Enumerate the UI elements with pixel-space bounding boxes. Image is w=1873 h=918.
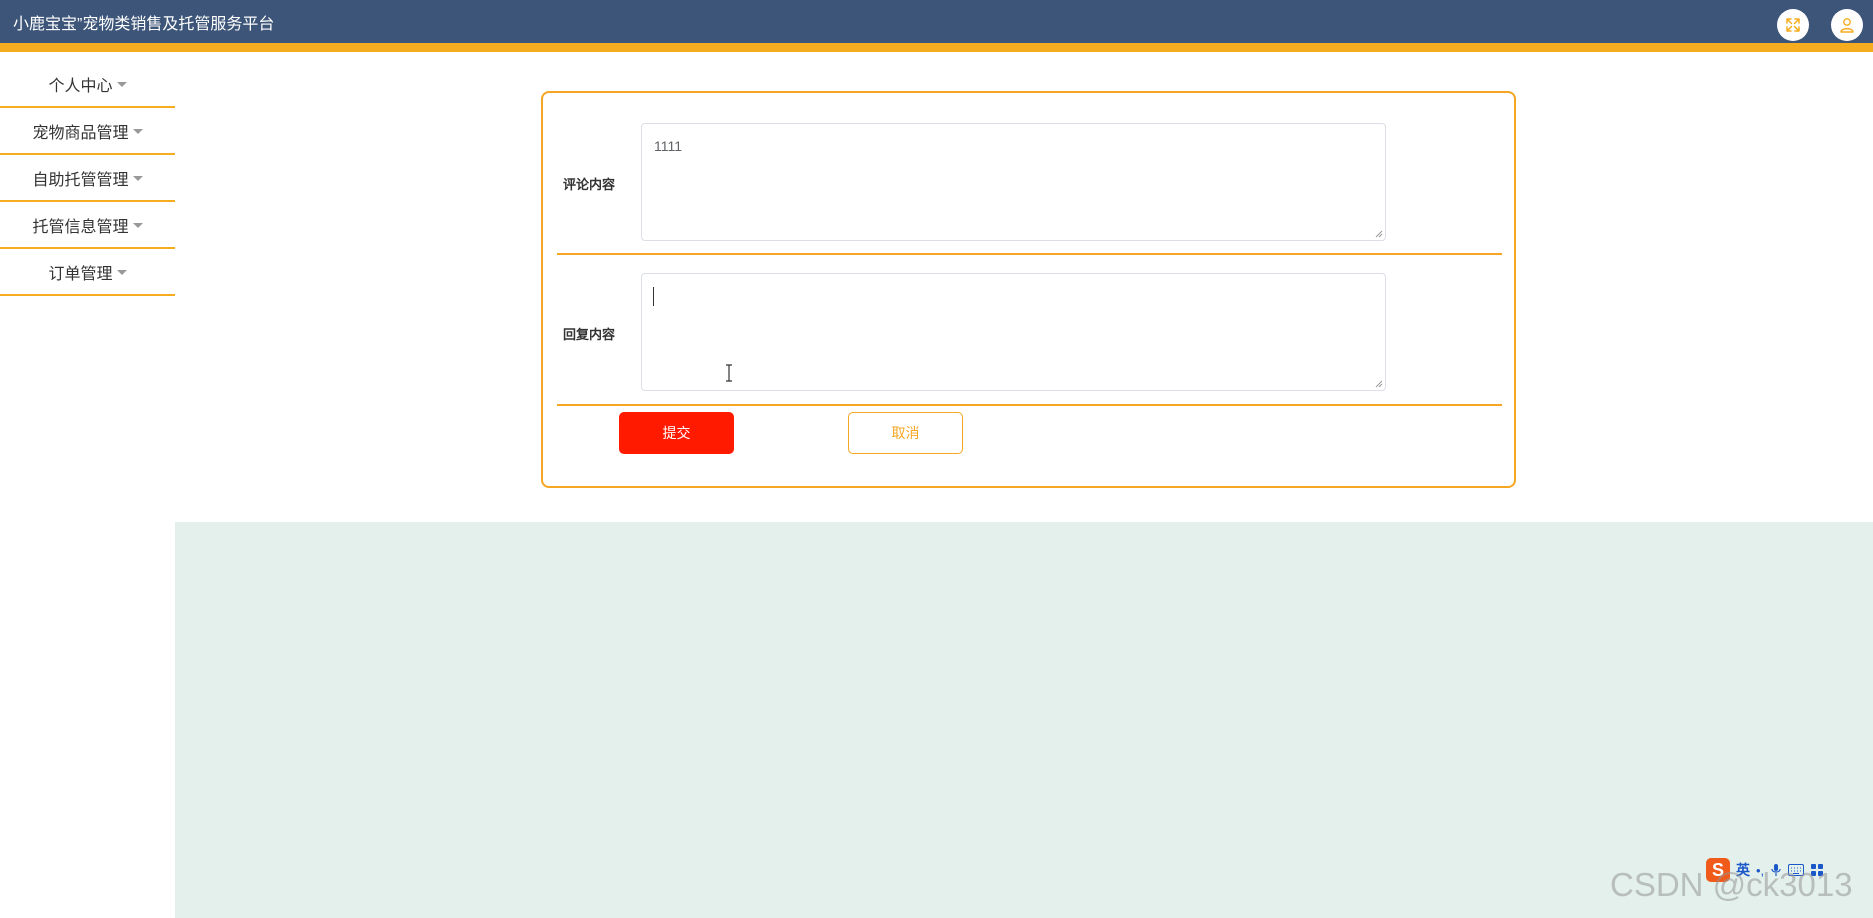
submit-button[interactable]: 提交 [619, 412, 734, 454]
caret-down-icon [116, 270, 127, 275]
sidebar-item-label: 订单管理 [48, 265, 113, 283]
sidebar-item-pet-products[interactable]: 宠物商品管理 [0, 108, 175, 155]
caret-down-icon [132, 176, 143, 181]
sidebar-item-orders[interactable]: 订单管理 [0, 249, 175, 296]
watermark: CSDN @ck3013 [1610, 866, 1853, 903]
sidebar-item-boarding-info[interactable]: 托管信息管理 [0, 202, 175, 249]
user-button[interactable] [1831, 9, 1863, 41]
sidebar-menu: 个人中心 宠物商品管理 自助托管管理 托管信息管理 订单管理 [0, 61, 175, 296]
user-icon [1840, 18, 1854, 33]
fullscreen-button[interactable] [1777, 9, 1809, 41]
content-background [175, 522, 1873, 918]
fullscreen-icon [1786, 18, 1800, 32]
sidebar-item-label: 个人中心 [48, 77, 113, 95]
sidebar-item-label: 宠物商品管理 [32, 124, 129, 142]
caret-down-icon [132, 223, 143, 228]
top-header: 小鹿宝宝”宠物类销售及托管服务平台 [0, 0, 1873, 52]
resize-grip-icon[interactable] [1375, 380, 1383, 388]
app-title: 小鹿宝宝”宠物类销售及托管服务平台 [13, 16, 275, 33]
cancel-button[interactable]: 取消 [848, 412, 963, 454]
ibeam-cursor-icon [726, 364, 732, 382]
comment-value: 1111 [654, 138, 683, 154]
text-caret [653, 287, 654, 306]
reply-row: 回复内容 [557, 253, 1502, 406]
sidebar-item-label: 自助托管管理 [32, 171, 129, 189]
reply-label: 回复内容 [563, 327, 616, 342]
resize-grip-icon[interactable] [1375, 230, 1383, 238]
caret-down-icon [132, 129, 143, 134]
header-accent-stripe [0, 43, 1873, 52]
sidebar-item-personal-center[interactable]: 个人中心 [0, 61, 175, 108]
sidebar-item-label: 托管信息管理 [32, 218, 129, 236]
comment-textarea[interactable]: 1111 [641, 123, 1386, 241]
sidebar-item-self-boarding[interactable]: 自助托管管理 [0, 155, 175, 202]
reply-form-card: 评论内容 1111 回复内容 提交 取消 [541, 91, 1516, 488]
caret-down-icon [116, 82, 127, 87]
comment-label: 评论内容 [563, 177, 616, 192]
comment-row: 评论内容 1111 [557, 93, 1502, 255]
reply-textarea[interactable] [641, 273, 1386, 391]
